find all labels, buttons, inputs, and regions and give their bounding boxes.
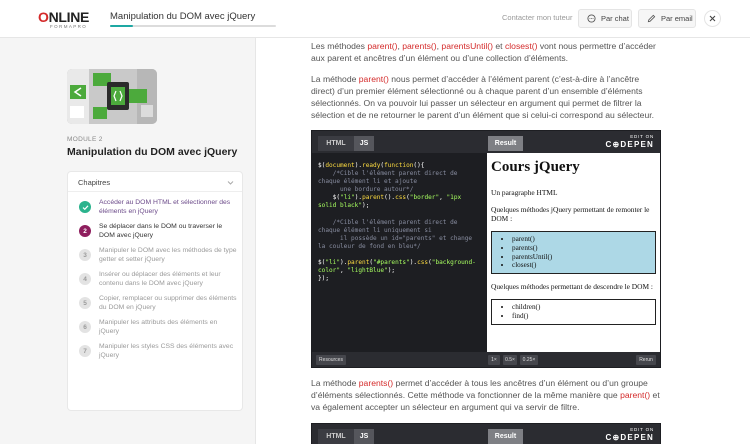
chapters-panel: Chapitres Accéder au DOM HTML et sélecti… xyxy=(67,171,243,411)
list-item: parent() xyxy=(512,235,655,244)
chat-button-label: Par chat xyxy=(601,14,629,23)
lesson-paragraph-2: La méthode parent() nous permet d’accéde… xyxy=(311,74,654,120)
chat-button[interactable]: Par chat xyxy=(578,9,632,28)
result-paragraph: Un paragraphe HTML xyxy=(491,188,558,197)
checkmark-icon xyxy=(82,204,88,210)
tab-result[interactable]: Result xyxy=(488,429,523,444)
rerun-button[interactable]: Rerun xyxy=(636,355,656,365)
tab-html[interactable]: HTML xyxy=(318,136,354,151)
module-number: MODULE 2 xyxy=(67,136,103,143)
course-sidebar: MODULE 2 Manipulation du DOM avec jQuery… xyxy=(0,38,256,444)
chapter-item-2[interactable]: 2 Se déplacer dans le DOM ou traverser l… xyxy=(79,223,239,247)
codepen-embed: HTML JS Result EDIT ON C⊕DEPEN $(documen… xyxy=(311,130,661,368)
chapter-label: Se déplacer dans le DOM ou traverser le … xyxy=(99,223,223,239)
tab-html[interactable]: HTML xyxy=(318,429,354,444)
chapters-title: Chapitres xyxy=(78,178,111,187)
email-button-label: Par email xyxy=(661,14,693,23)
course-progress-bar xyxy=(110,25,276,27)
method-name: parentsUntil() xyxy=(441,41,494,51)
method-name: parent() xyxy=(620,390,651,400)
zoom-0-25x-button[interactable]: 0.25× xyxy=(520,355,538,365)
lesson-paragraph-1: Les méthodes parent(), parents(), parent… xyxy=(311,41,656,63)
chevron-down-icon[interactable] xyxy=(227,179,234,186)
result-paragraph: Quelques méthodes jQuery permettant de r… xyxy=(491,205,650,223)
chapter-label: Manipuler les attributs des éléments en … xyxy=(99,319,218,335)
js-code-panel[interactable]: $(document).ready(function(){ /*Cible l'… xyxy=(312,153,487,352)
method-name: closest() xyxy=(504,41,538,51)
close-icon xyxy=(709,15,716,22)
codepen-embed-2: HTML JS Result EDIT ON C⊕DEPEN xyxy=(311,423,661,444)
chapter-label: Accéder au DOM HTML et sélectionner des … xyxy=(99,199,231,215)
tab-js[interactable]: JS xyxy=(354,136,374,151)
list-item: parentsUntil() xyxy=(512,253,655,262)
module-thumbnail-illustration xyxy=(67,69,157,124)
chapter-item-6[interactable]: 6 Manipuler les attributs des éléments e… xyxy=(79,319,239,343)
chapter-number-badge: 7 xyxy=(79,345,91,357)
edit-on-codepen-link[interactable]: EDIT ON C⊕DEPEN xyxy=(604,427,658,444)
zoom-1x-button[interactable]: 1× xyxy=(488,355,500,365)
contact-tutor-link[interactable]: Contacter mon tuteur xyxy=(502,13,572,22)
list-item: parents() xyxy=(512,244,655,253)
result-heading: Cours jQuery xyxy=(491,159,580,175)
chapter-label: Copier, remplacer ou supprimer des éléme… xyxy=(99,295,237,311)
codepen-toolbar: HTML JS Result EDIT ON C⊕DEPEN xyxy=(312,131,660,153)
chapter-label: Manipuler le DOM avec les méthodes de ty… xyxy=(99,247,237,263)
result-list-parents: parent() parents() parentsUntil() closes… xyxy=(491,231,656,275)
chapter-number-badge: 4 xyxy=(79,273,91,285)
chat-bubble-icon xyxy=(587,14,596,23)
resources-button[interactable]: Resources xyxy=(316,355,346,365)
chapter-label: Manipuler les styles CSS des éléments av… xyxy=(99,343,234,359)
chapters-header[interactable]: Chapitres xyxy=(68,172,242,192)
zoom-0-5x-button[interactable]: 0.5× xyxy=(503,355,517,365)
course-title: Manipulation du DOM avec jQuery xyxy=(110,11,256,22)
tab-js[interactable]: JS xyxy=(354,429,374,444)
chapter-number-badge: 6 xyxy=(79,321,91,333)
chapter-complete-badge xyxy=(79,201,91,213)
code-comment: /*Cible l'élément parent direct de chaqu… xyxy=(318,218,473,250)
chapter-number-badge: 5 xyxy=(79,297,91,309)
module-title: Manipulation du DOM avec jQuery xyxy=(67,146,238,158)
chapter-item-4[interactable]: 4 Insérer ou déplacer des éléments et le… xyxy=(79,271,239,295)
course-progress-fill xyxy=(110,25,134,27)
email-button[interactable]: Par email xyxy=(638,9,696,28)
chapter-label: Insérer ou déplacer des éléments et leur… xyxy=(99,271,221,287)
method-name: parents() xyxy=(358,378,394,388)
tab-result[interactable]: Result xyxy=(488,136,523,151)
chapter-number-badge: 3 xyxy=(79,249,91,261)
close-button[interactable] xyxy=(704,10,721,27)
method-name: parent() xyxy=(358,74,389,84)
chapter-item-1[interactable]: Accéder au DOM HTML et sélectionner des … xyxy=(79,199,239,223)
edit-on-codepen-link[interactable]: EDIT ON C⊕DEPEN xyxy=(604,134,658,152)
chapter-item-5[interactable]: 5 Copier, remplacer ou supprimer des élé… xyxy=(79,295,239,319)
result-paragraph: Quelques méthodes permettant de descendr… xyxy=(491,282,653,292)
top-header: ONLINE FORMAPRO Manipulation du DOM avec… xyxy=(0,0,750,38)
pencil-icon xyxy=(647,14,656,23)
result-list-children: children() find() xyxy=(491,299,656,325)
codepen-toolbar: HTML JS Result EDIT ON C⊕DEPEN xyxy=(312,424,660,444)
method-name: parent() xyxy=(367,41,398,51)
lesson-paragraph-3: La méthode parents() permet d’accéder à … xyxy=(311,378,660,412)
chapter-item-3[interactable]: 3 Manipuler le DOM avec les méthodes de … xyxy=(79,247,239,271)
list-item: closest() xyxy=(512,261,655,270)
codepen-footer: Resources 1× 0.5× 0.25× Rerun xyxy=(312,352,660,367)
chapter-item-7[interactable]: 7 Manipuler les styles CSS des éléments … xyxy=(79,343,239,367)
online-formapro-logo[interactable]: ONLINE FORMAPRO xyxy=(38,9,92,31)
result-preview-panel: Cours jQuery Un paragraphe HTML Quelques… xyxy=(487,153,660,352)
module-thumbnail xyxy=(67,69,157,124)
code-comment: /*Cible l'élément parent direct de chaqu… xyxy=(318,170,458,194)
method-name: parents() xyxy=(402,41,437,51)
chapter-number-badge: 2 xyxy=(79,225,91,237)
list-item: children() xyxy=(512,303,655,312)
list-item: find() xyxy=(512,312,655,321)
